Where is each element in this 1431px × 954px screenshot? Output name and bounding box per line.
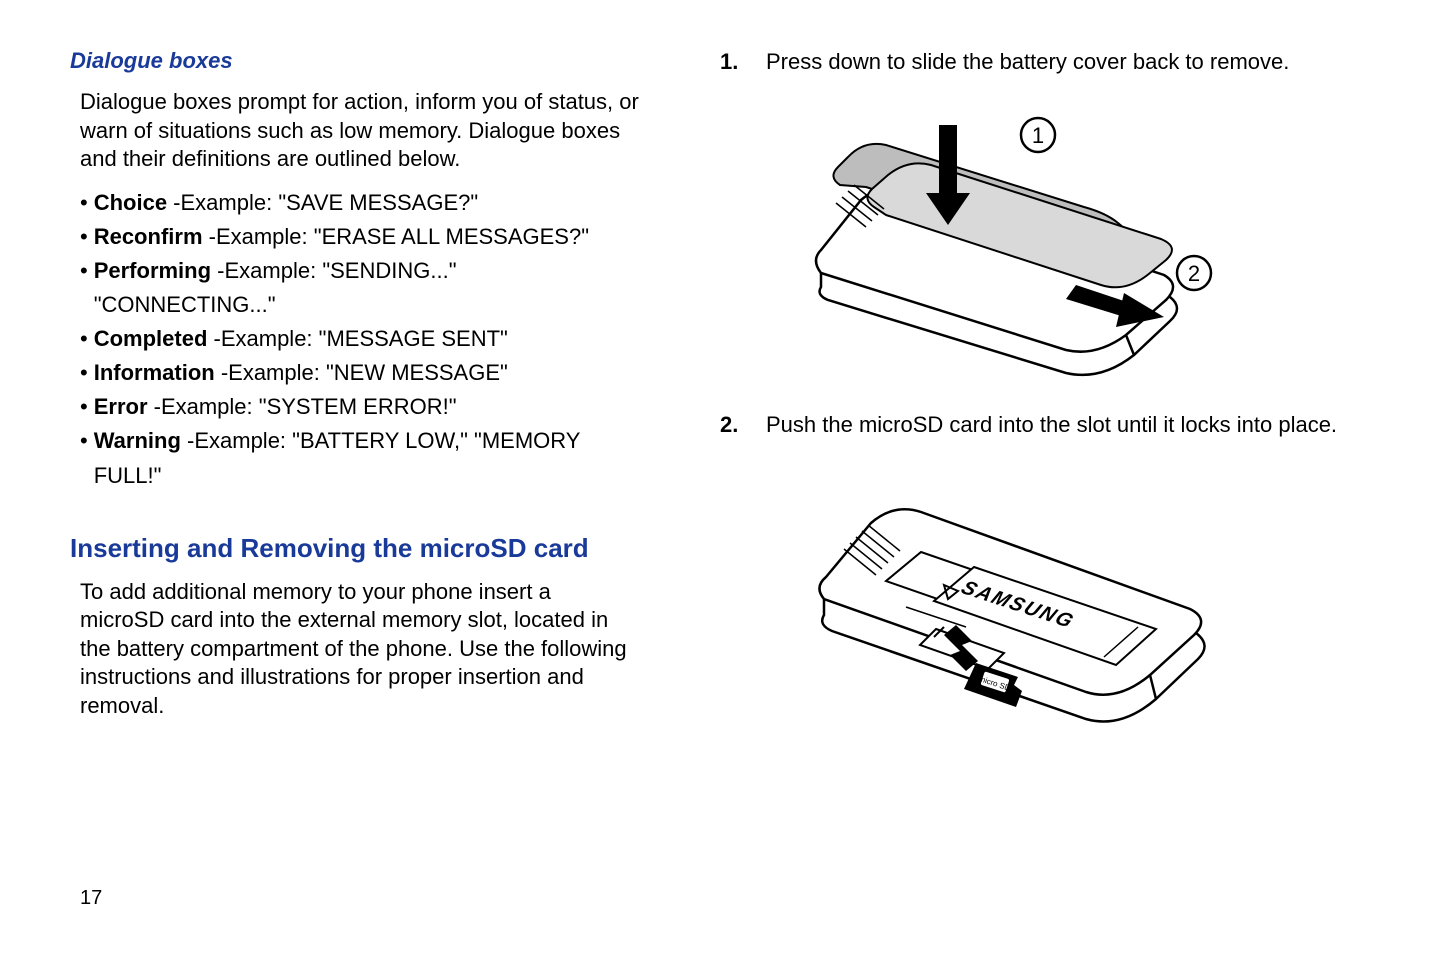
step-number: 1. bbox=[720, 49, 766, 75]
bullet-rest: -Example: "ERASE ALL MESSAGES?" bbox=[203, 224, 590, 249]
figure1-label-1: 1 bbox=[1032, 123, 1044, 148]
figure1-label-2: 2 bbox=[1188, 261, 1200, 286]
bullet-item: • Performing -Example: "SENDING..." "CON… bbox=[80, 254, 640, 322]
page-number: 17 bbox=[80, 887, 102, 910]
microsd-section-body: To add additional memory to your phone i… bbox=[70, 578, 640, 721]
figure-2-microsd-insert: SAMSUNG micro SD bbox=[766, 457, 1361, 767]
bullet-item: • Information -Example: "NEW MESSAGE" bbox=[80, 356, 640, 390]
bullet-dot-icon: • bbox=[80, 220, 88, 254]
step-number: 2. bbox=[720, 412, 766, 438]
bullet-dot-icon: • bbox=[80, 186, 88, 220]
bullet-item: • Reconfirm -Example: "ERASE ALL MESSAGE… bbox=[80, 220, 640, 254]
step-text: Press down to slide the battery cover ba… bbox=[766, 48, 1289, 77]
bullet-label: Completed bbox=[94, 326, 208, 351]
bullet-item: • Warning -Example: "BATTERY LOW," "MEMO… bbox=[80, 424, 640, 492]
bullet-rest: -Example: "SYSTEM ERROR!" bbox=[148, 394, 457, 419]
bullet-item: • Completed -Example: "MESSAGE SENT" bbox=[80, 322, 640, 356]
bullet-label: Performing bbox=[94, 258, 211, 283]
bullet-dot-icon: • bbox=[80, 322, 88, 356]
bullet-label: Error bbox=[94, 394, 148, 419]
right-column: 1. Press down to slide the battery cover… bbox=[720, 48, 1361, 924]
bullet-item: • Error -Example: "SYSTEM ERROR!" bbox=[80, 390, 640, 424]
bullet-dot-icon: • bbox=[80, 254, 88, 288]
dialogue-boxes-intro: Dialogue boxes prompt for action, inform… bbox=[70, 88, 640, 174]
figure-1-battery-cover: 1 2 bbox=[766, 95, 1361, 385]
bullet-item: • Choice -Example: "SAVE MESSAGE?" bbox=[80, 186, 640, 220]
bullet-rest: -Example: "MESSAGE SENT" bbox=[207, 326, 507, 351]
left-column: Dialogue boxes Dialogue boxes prompt for… bbox=[70, 48, 640, 924]
step-1: 1. Press down to slide the battery cover… bbox=[720, 48, 1361, 77]
step-2: 2. Push the microSD card into the slot u… bbox=[720, 411, 1361, 440]
dialogue-boxes-subheading: Dialogue boxes bbox=[70, 48, 640, 74]
bullet-label: Reconfirm bbox=[94, 224, 203, 249]
bullet-dot-icon: • bbox=[80, 424, 88, 458]
bullet-rest: -Example: "NEW MESSAGE" bbox=[215, 360, 508, 385]
bullet-dot-icon: • bbox=[80, 390, 88, 424]
bullet-label: Choice bbox=[94, 190, 167, 215]
microsd-section-heading: Inserting and Removing the microSD card bbox=[70, 533, 640, 564]
dialogue-bullet-list: • Choice -Example: "SAVE MESSAGE?" • Rec… bbox=[70, 186, 640, 493]
step-text: Push the microSD card into the slot unti… bbox=[766, 411, 1337, 440]
bullet-label: Warning bbox=[94, 428, 181, 453]
bullet-dot-icon: • bbox=[80, 356, 88, 390]
bullet-rest: -Example: "SAVE MESSAGE?" bbox=[167, 190, 478, 215]
bullet-label: Information bbox=[94, 360, 215, 385]
